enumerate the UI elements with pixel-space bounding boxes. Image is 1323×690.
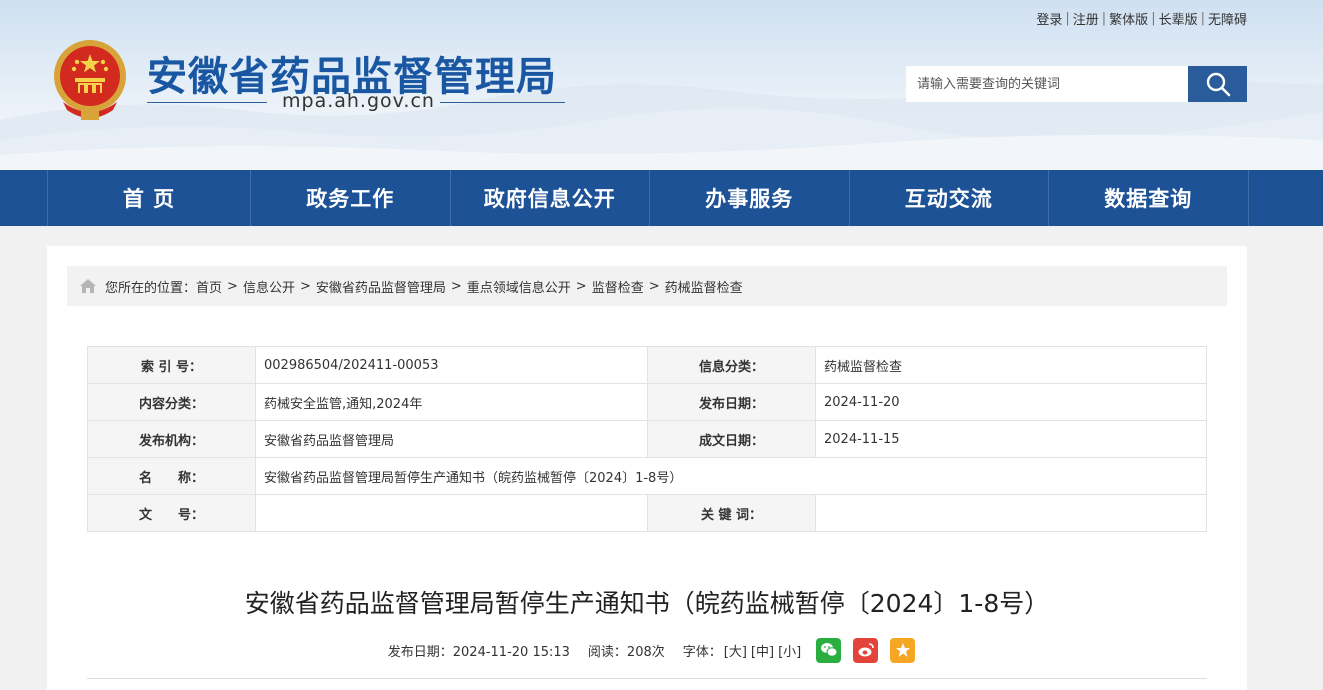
national-emblem-icon	[54, 40, 126, 120]
table-row: 名 称： 安徽省药品监督管理局暂停生产通知书（皖药监械暂停〔2024〕1-8号）	[87, 457, 1207, 495]
top-links: 登录 | 注册 | 繁体版 | 长辈版 | 无障碍	[1036, 9, 1247, 28]
breadcrumb-item[interactable]: 信息公开	[243, 277, 295, 296]
font-medium-button[interactable]: [中]	[751, 645, 774, 660]
breadcrumb-prefix: 您所在的位置：	[105, 280, 197, 296]
breadcrumb-item[interactable]: 安徽省药品监督管理局	[316, 277, 446, 296]
table-row: 内容分类： 药械安全监管,通知,2024年 发布日期： 2024-11-20	[87, 383, 1207, 421]
home-icon	[79, 278, 97, 294]
star-icon	[895, 643, 910, 657]
font-size-controls: 字体： [大] [中] [小]	[683, 641, 803, 660]
article-title: 安徽省药品监督管理局暂停生产通知书（皖药监械暂停〔2024〕1-8号）	[244, 589, 1050, 618]
org-value: 安徽省药品监督管理局	[255, 420, 648, 458]
nav-data-query[interactable]: 数据查询	[1049, 170, 1249, 226]
weibo-share-button[interactable]	[853, 637, 879, 663]
wechat-icon	[820, 643, 838, 657]
register-link[interactable]: 注册	[1073, 9, 1099, 28]
index-value: 002986504/202411-00053	[255, 346, 648, 384]
breadcrumb-item[interactable]: 监督检查	[592, 277, 644, 296]
article-meta: 发布日期：2024-11-20 15:13 阅读：208次 字体： [大] [中] […	[47, 636, 1247, 664]
traditional-chinese-link[interactable]: 繁体版	[1109, 9, 1148, 28]
site-domain: mpa.ah.gov.cn	[282, 90, 435, 112]
org-label: 发布机构：	[87, 420, 256, 458]
accessibility-link[interactable]: 无障碍	[1208, 9, 1247, 28]
font-size-label: 字体：	[682, 644, 722, 660]
nav-home[interactable]: 首 页	[48, 170, 251, 226]
index-label: 索 引 号：	[87, 346, 256, 384]
keywords-value	[815, 494, 1207, 532]
share-buttons	[816, 637, 916, 663]
search-button[interactable]	[1188, 66, 1247, 102]
breadcrumb: 您所在的位置： 首页 > 信息公开 > 安徽省药品监督管理局 > 重点领域信息公…	[67, 266, 1227, 306]
docno-label: 文 号：	[87, 494, 256, 532]
createdate-label: 成文日期：	[647, 420, 816, 458]
content-category-value: 药械安全监管,通知,2024年	[255, 383, 648, 421]
wechat-share-button[interactable]	[816, 637, 842, 663]
nav-services[interactable]: 办事服务	[650, 170, 850, 226]
category-value: 药械监督检查	[815, 346, 1207, 384]
pubdate-value: 2024-11-20	[815, 383, 1207, 421]
pubdate-label: 发布日期：	[647, 383, 816, 421]
breadcrumb-item[interactable]: 首页	[196, 277, 222, 296]
content-category-label: 内容分类：	[87, 383, 256, 421]
favorite-button[interactable]	[890, 637, 916, 663]
nav-interaction[interactable]: 互动交流	[850, 170, 1049, 226]
createdate-value: 2024-11-15	[815, 420, 1207, 458]
table-row: 索 引 号： 002986504/202411-00053 信息分类： 药械监督…	[87, 346, 1207, 384]
table-row: 文 号： 关 键 词：	[87, 494, 1207, 532]
main-nav: 首 页 政务工作 政府信息公开 办事服务 互动交流 数据查询	[0, 170, 1323, 226]
article-pubdate: 发布日期：2024-11-20 15:13	[387, 644, 570, 660]
font-large-button[interactable]: [大]	[724, 645, 747, 660]
weibo-icon	[858, 643, 874, 657]
nav-government-affairs[interactable]: 政务工作	[251, 170, 451, 226]
name-label: 名 称：	[87, 457, 256, 495]
breadcrumb-item[interactable]: 药械监督检查	[665, 277, 743, 296]
search-icon	[1206, 72, 1230, 97]
login-link[interactable]: 登录	[1036, 9, 1062, 28]
table-row: 发布机构： 安徽省药品监督管理局 成文日期： 2024-11-15	[87, 420, 1207, 458]
docno-value	[255, 494, 648, 532]
breadcrumb-item[interactable]: 重点领域信息公开	[467, 277, 571, 296]
name-value: 安徽省药品监督管理局暂停生产通知书（皖药监械暂停〔2024〕1-8号）	[255, 457, 1207, 495]
domain-line-left	[147, 102, 267, 103]
content-panel: 您所在的位置： 首页 > 信息公开 > 安徽省药品监督管理局 > 重点领域信息公…	[47, 246, 1247, 690]
search-input[interactable]	[906, 66, 1188, 102]
font-small-button[interactable]: [小]	[778, 645, 801, 660]
article-reads: 阅读：208次	[587, 644, 665, 660]
divider	[87, 678, 1207, 679]
domain-line-right	[440, 102, 565, 103]
site-header: 登录 | 注册 | 繁体版 | 长辈版 | 无障碍 安徽省药品监督管理局 mpa…	[0, 0, 1323, 170]
document-meta-table: 索 引 号： 002986504/202411-00053 信息分类： 药械监督…	[87, 346, 1207, 532]
elder-version-link[interactable]: 长辈版	[1159, 9, 1198, 28]
keywords-label: 关 键 词：	[647, 494, 816, 532]
category-label: 信息分类：	[647, 346, 816, 384]
nav-information-disclosure[interactable]: 政府信息公开	[451, 170, 650, 226]
